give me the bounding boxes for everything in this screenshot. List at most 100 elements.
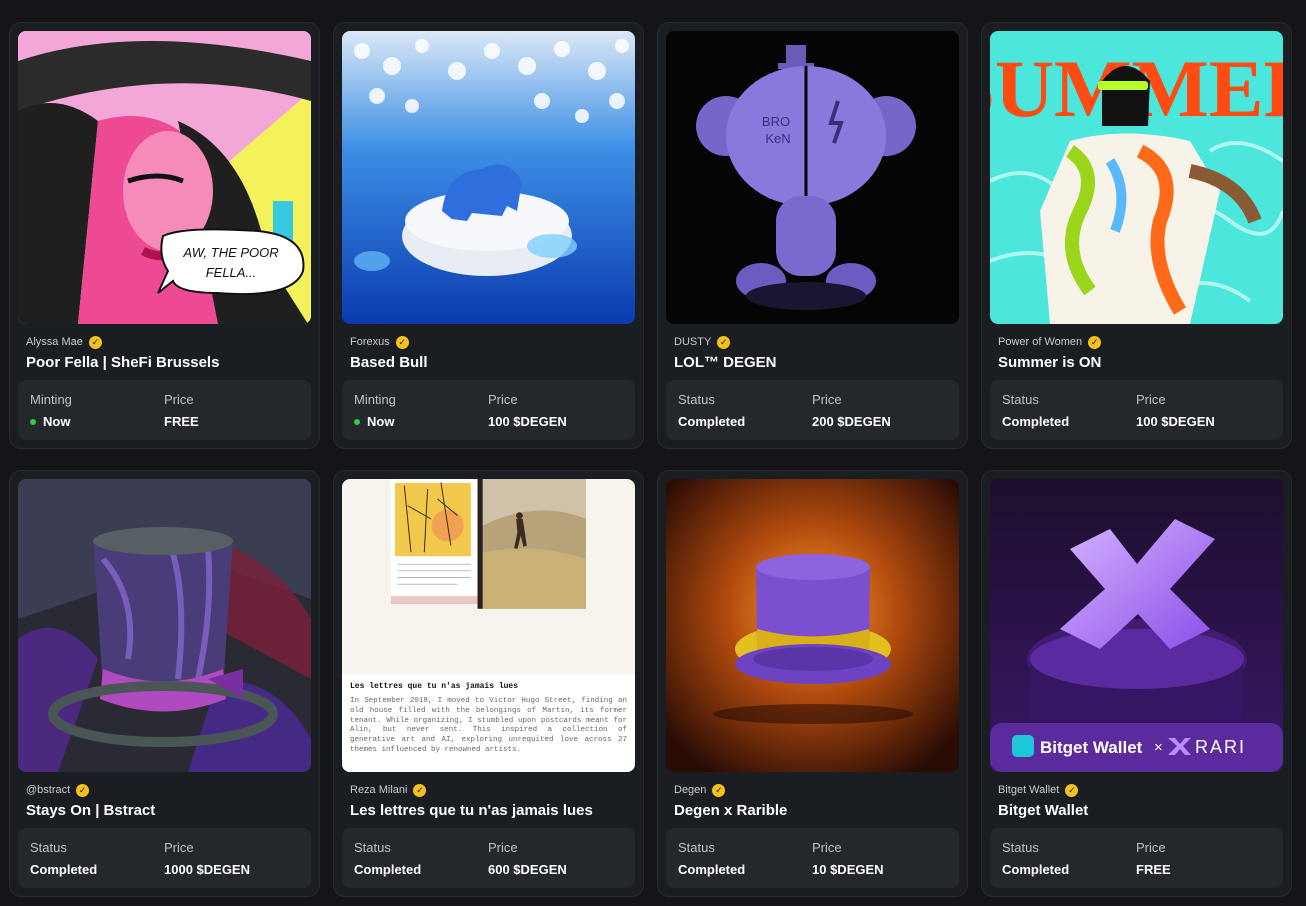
nft-card[interactable]: Degen ✓ Degen x Rarible Status Completed… [657,470,968,897]
nft-title[interactable]: Les lettres que tu n'as jamais lues [350,802,635,819]
nft-card[interactable]: SUMMER Power of Women ✓ Summer is ON Sta… [981,22,1292,449]
nft-artwork[interactable] [18,479,311,772]
live-dot-icon [30,418,36,425]
mint-info-panel: Minting Now Price 100 $DEGEN [342,380,635,440]
status-value: Now [30,414,164,429]
price-label: Price [488,392,518,407]
verified-badge-icon: ✓ [395,335,409,349]
speech-bubble-line-1: AW, THE POOR [182,245,278,260]
verified-badge-icon: ✓ [88,335,102,349]
mint-info-panel: Status Completed Price 100 $DEGEN [990,380,1283,440]
verified-badge-icon: ✓ [712,783,726,797]
status-label: Status [30,840,67,855]
price-label: Price [1136,392,1166,407]
price-label: Price [164,840,194,855]
creator-name[interactable]: Degen [674,784,706,796]
price-label: Price [812,840,842,855]
nft-card[interactable]: BRO KeN DUSTY ✓ LOL™ DEGEN Status Comple… [657,22,968,449]
verified-badge-icon: ✓ [1088,335,1102,349]
mint-info-panel: Status Completed Price 10 $DEGEN [666,828,959,888]
mint-info-panel: Status Completed Price 600 $DEGEN [342,828,635,888]
nft-card[interactable]: Les lettres que tu n'as jamais lues In S… [333,470,644,897]
x-art-text: × [1154,739,1163,756]
bitget-wallet-art-text: Bitget Wallet [1040,738,1143,757]
price-value: 100 $DEGEN [1136,414,1215,429]
nft-card[interactable]: @bstract ✓ Stays On | Bstract Status Com… [9,470,320,897]
price-label: Price [1136,840,1166,855]
summer-art-image: SUMMER [990,31,1283,324]
nft-title[interactable]: Based Bull [350,354,635,371]
nft-artwork[interactable] [666,479,959,772]
status-label: Status [354,840,391,855]
creator-name[interactable]: Reza Milani [350,784,407,796]
nft-artwork[interactable]: SUMMER [990,31,1283,324]
creator-name[interactable]: Bitget Wallet [998,784,1059,796]
nft-card[interactable]: Forexus ✓ Based Bull Minting Now Price 1… [333,22,644,449]
nft-artwork[interactable]: Bitget Wallet × RARI [990,479,1283,772]
mint-info-panel: Status Completed Price 1000 $DEGEN [18,828,311,888]
art-text-bro: BRO [762,114,790,129]
nft-title[interactable]: Poor Fella | SheFi Brussels [26,354,311,371]
letters-collage-image [391,479,586,609]
comic-art-image: AW, THE POOR FELLA... [18,31,311,324]
price-value: 10 $DEGEN [812,862,884,877]
top-hat-art-image [18,479,311,772]
status-value: Completed [1002,862,1070,877]
nft-title[interactable]: Stays On | Bstract [26,802,311,819]
price-value: 1000 $DEGEN [164,862,250,877]
nft-artwork[interactable]: BRO KeN [666,31,959,324]
status-value: Completed [30,862,98,877]
price-value: 600 $DEGEN [488,862,567,877]
creator-row[interactable]: @bstract ✓ [26,783,311,797]
nft-artwork[interactable]: AW, THE POOR FELLA... [18,31,311,324]
nft-title[interactable]: Degen x Rarible [674,802,959,819]
status-value: Completed [1002,414,1070,429]
nft-card[interactable]: Bitget Wallet × RARI Bitget Wallet ✓ Bit… [981,470,1292,897]
mint-info-panel: Minting Now Price FREE [18,380,311,440]
status-value: Now [354,414,488,429]
price-value: FREE [164,414,199,429]
nft-title[interactable]: Summer is ON [998,354,1283,371]
degen-hat-art-image [666,479,959,772]
rari-art-text: RARI [1195,737,1246,757]
verified-badge-icon: ✓ [413,783,427,797]
purple-bear-art-image: BRO KeN [666,31,959,324]
status-label: Status [1002,392,1039,407]
mint-info-panel: Status Completed Price 200 $DEGEN [666,380,959,440]
nft-grid: AW, THE POOR FELLA... Alyssa Mae ✓ Poor … [9,22,1292,897]
creator-name[interactable]: Forexus [350,336,390,348]
creator-row[interactable]: Reza Milani ✓ [350,783,635,797]
status-label: Status [678,392,715,407]
creator-row[interactable]: Forexus ✓ [350,335,635,349]
nft-artwork[interactable] [342,31,635,324]
status-value: Completed [354,862,422,877]
art-caption-title: Les lettres que tu n'as jamais lues [350,682,519,691]
speech-bubble-line-2: FELLA... [206,265,257,280]
price-value: 200 $DEGEN [812,414,891,429]
creator-name[interactable]: Alyssa Mae [26,336,83,348]
price-label: Price [488,840,518,855]
nft-card[interactable]: AW, THE POOR FELLA... Alyssa Mae ✓ Poor … [9,22,320,449]
verified-badge-icon: ✓ [1065,783,1079,797]
bitget-x-art-image: Bitget Wallet × RARI [990,479,1283,772]
price-value: 100 $DEGEN [488,414,567,429]
creator-row[interactable]: DUSTY ✓ [674,335,959,349]
art-text-ken: KeN [765,131,790,146]
nft-title[interactable]: Bitget Wallet [998,802,1283,819]
creator-name[interactable]: @bstract [26,784,70,796]
bull-art-image [342,31,635,324]
nft-title[interactable]: LOL™ DEGEN [674,354,959,371]
creator-name[interactable]: Power of Women [998,336,1082,348]
status-label: Minting [354,392,396,407]
status-label: Status [1002,840,1039,855]
creator-row[interactable]: Power of Women ✓ [998,335,1283,349]
creator-row[interactable]: Degen ✓ [674,783,959,797]
verified-badge-icon: ✓ [76,783,90,797]
price-label: Price [164,392,194,407]
creator-row[interactable]: Bitget Wallet ✓ [998,783,1283,797]
creator-row[interactable]: Alyssa Mae ✓ [26,335,311,349]
status-value: Completed [678,862,746,877]
nft-artwork[interactable]: Les lettres que tu n'as jamais lues In S… [342,479,635,772]
creator-name[interactable]: DUSTY [674,336,711,348]
status-label: Status [678,840,715,855]
